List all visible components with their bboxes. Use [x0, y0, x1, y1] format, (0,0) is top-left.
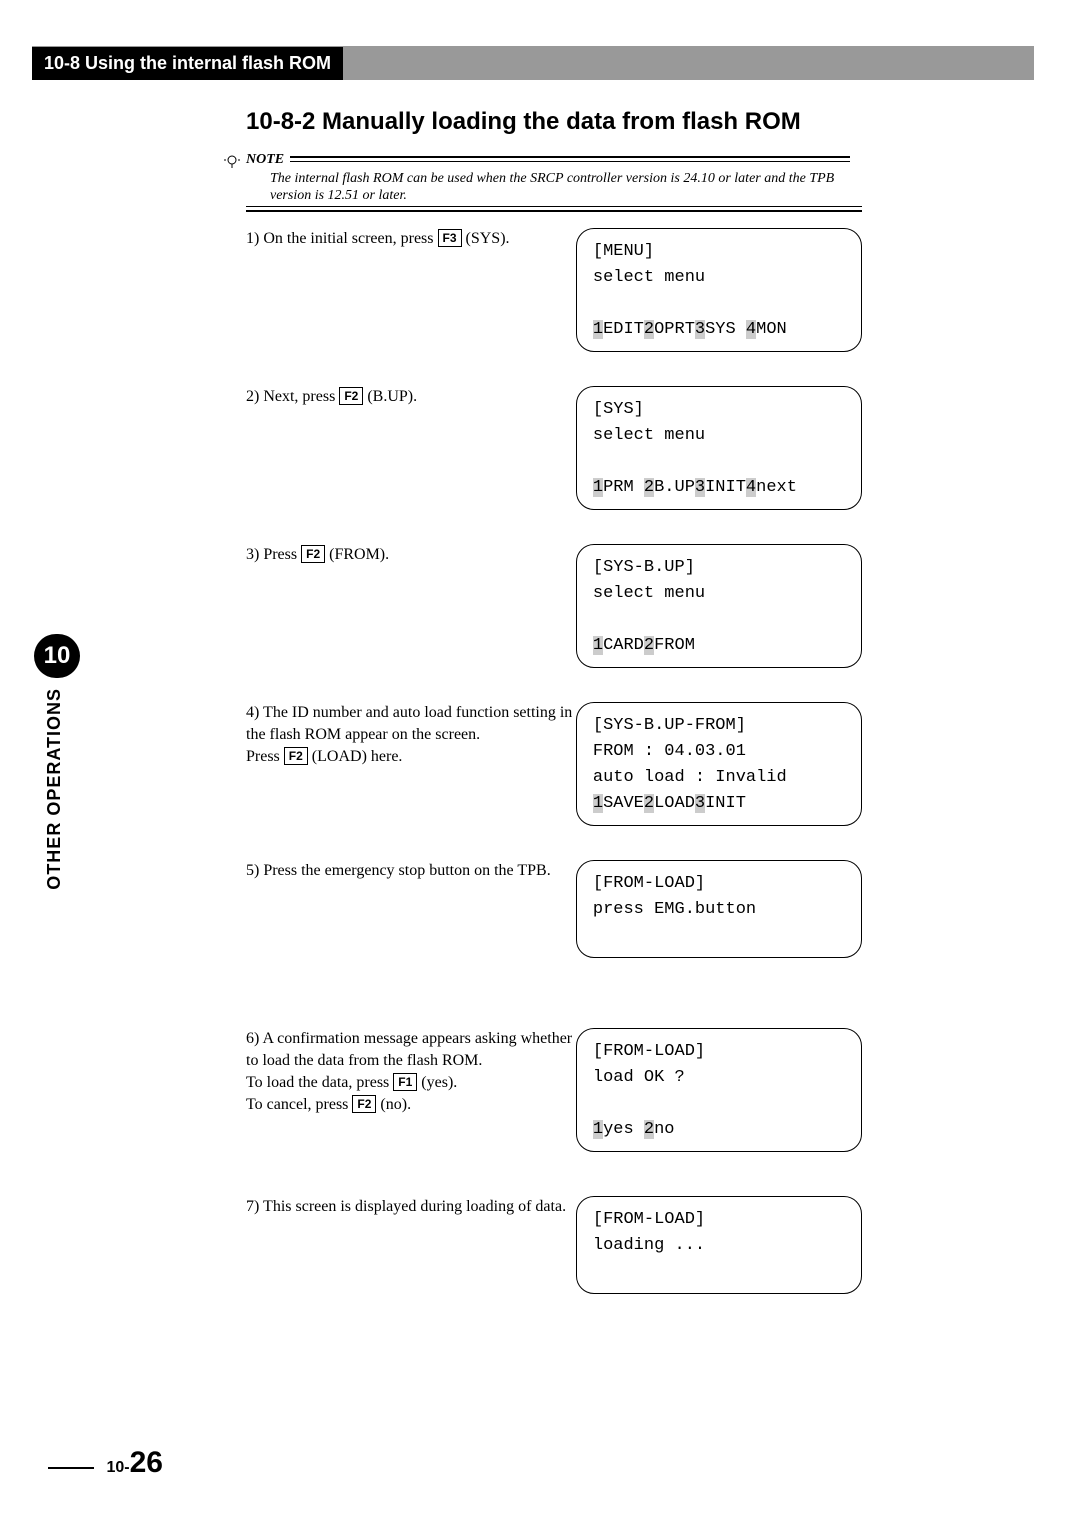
- fkey-f2: F2: [339, 387, 363, 405]
- note-rule-icon: [290, 156, 850, 162]
- step-row: 7) This screen is displayed during loadi…: [246, 1196, 862, 1336]
- page-header: 10-8 Using the internal flash ROM: [32, 46, 1034, 80]
- footer-prefix: 10-: [106, 1459, 129, 1476]
- step-row: 2) Next, press F2 (B.UP).[SYS] select me…: [246, 386, 862, 532]
- lcd-screen: [FROM-LOAD] load OK ? 1yes 2no: [576, 1028, 862, 1152]
- fkey-f2: F2: [352, 1095, 376, 1113]
- page-footer: 10-26: [48, 1446, 163, 1480]
- lcd-screen: [MENU] select menu 1EDIT2OPRT3SYS 4MON: [576, 228, 862, 352]
- fkey-f1: F1: [393, 1073, 417, 1091]
- step-row: 5) Press the emergency stop button on th…: [246, 860, 862, 1016]
- lightbulb-icon: [224, 154, 240, 170]
- side-label: OTHER OPERATIONS: [44, 688, 65, 890]
- chapter-badge: 10: [34, 634, 80, 678]
- fkey-f3: F3: [438, 229, 462, 247]
- step-row: 6) A confirmation message appears asking…: [246, 1028, 862, 1184]
- note-rule-icon: [246, 206, 862, 212]
- steps-region: 1) On the initial screen, press F3 (SYS)…: [246, 228, 862, 1348]
- section-heading: 10-8-2 Manually loading the data from fl…: [246, 108, 801, 136]
- step-text: 6) A confirmation message appears asking…: [246, 1028, 576, 1116]
- fkey-f2: F2: [301, 545, 325, 563]
- header-title: 10-8 Using the internal flash ROM: [32, 47, 343, 80]
- step-text: 4) The ID number and auto load function …: [246, 702, 576, 768]
- note-body: The internal flash ROM can be used when …: [246, 168, 862, 206]
- lcd-screen: [FROM-LOAD] loading ...: [576, 1196, 862, 1294]
- note-label: NOTE: [246, 152, 290, 168]
- lcd-screen: [SYS-B.UP] select menu 1CARD2FROM: [576, 544, 862, 668]
- note-block: NOTE The internal flash ROM can be used …: [246, 150, 862, 212]
- fkey-f2: F2: [284, 747, 308, 765]
- step-row: 4) The ID number and auto load function …: [246, 702, 862, 848]
- step-row: 1) On the initial screen, press F3 (SYS)…: [246, 228, 862, 374]
- step-text: 7) This screen is displayed during loadi…: [246, 1196, 576, 1218]
- step-row: 3) Press F2 (FROM).[SYS-B.UP] select men…: [246, 544, 862, 690]
- step-text: 1) On the initial screen, press F3 (SYS)…: [246, 228, 576, 250]
- step-text: 3) Press F2 (FROM).: [246, 544, 576, 566]
- step-text: 2) Next, press F2 (B.UP).: [246, 386, 576, 408]
- lcd-screen: [SYS] select menu 1PRM 2B.UP3INIT4next: [576, 386, 862, 510]
- step-text: 5) Press the emergency stop button on th…: [246, 860, 576, 882]
- side-tab: 10 OTHER OPERATIONS: [34, 634, 80, 890]
- lcd-screen: [SYS-B.UP-FROM] FROM : 04.03.01 auto loa…: [576, 702, 862, 826]
- footer-rule-icon: [48, 1467, 94, 1469]
- footer-page: 26: [130, 1446, 163, 1479]
- lcd-screen: [FROM-LOAD] press EMG.button: [576, 860, 862, 958]
